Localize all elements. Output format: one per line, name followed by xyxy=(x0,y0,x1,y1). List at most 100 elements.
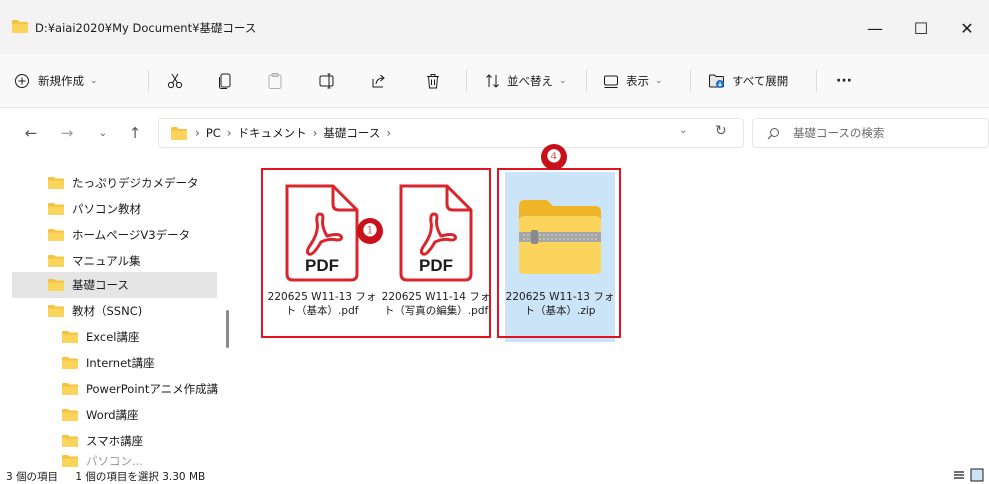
annotation-badge-4: ❹ xyxy=(541,144,567,170)
folder-icon xyxy=(48,305,64,317)
status-bar: 3 個の項目 1 個の項目を選択 3.30 MB xyxy=(0,468,989,484)
details-view-icon[interactable] xyxy=(952,468,966,482)
maximize-button[interactable]: ☐ xyxy=(898,10,944,46)
sidebar-item[interactable]: パソコン教材 xyxy=(48,196,218,222)
cut-button[interactable] xyxy=(166,66,184,96)
view-icon xyxy=(604,75,618,88)
close-button[interactable]: ✕ xyxy=(944,10,989,46)
sort-icon xyxy=(486,74,499,88)
folder-icon xyxy=(62,455,78,467)
folder-icon xyxy=(62,331,78,343)
selection-info: 1 個の項目を選択 3.30 MB xyxy=(75,471,206,483)
sort-button-label: 並べ替え xyxy=(507,74,553,88)
toolbar-divider xyxy=(586,70,587,92)
address-dropdown-icon[interactable]: ⌄ xyxy=(679,125,687,136)
sidebar-item-label: ホームページV3データ xyxy=(72,228,191,242)
extract-all-label: すべて展開 xyxy=(732,74,789,88)
up-arrow-icon[interactable]: ↑ xyxy=(124,122,146,144)
title-bar: D:¥aiai2020¥My Document¥基礎コース — ☐ ✕ xyxy=(0,0,989,54)
folder-icon xyxy=(48,177,64,189)
paste-button[interactable] xyxy=(266,66,284,96)
sidebar-item[interactable]: PowerPointアニメ作成講 xyxy=(62,376,222,402)
toolbar-divider xyxy=(466,70,467,92)
sidebar-item-label: たっぷりデジカメデータ xyxy=(72,176,199,190)
chevron-right-icon: › xyxy=(226,126,232,140)
folder-icon xyxy=(48,255,64,267)
folder-icon xyxy=(62,383,78,395)
annotation-box-zip xyxy=(497,168,621,338)
address-bar[interactable]: › PC › ドキュメント › 基礎コース › ⌄ ↻ xyxy=(158,118,744,148)
search-icon xyxy=(767,128,779,140)
minimize-button[interactable]: — xyxy=(852,10,898,46)
sidebar-item-selected[interactable]: 基礎コース xyxy=(12,272,217,298)
folder-icon xyxy=(48,279,64,291)
sidebar-item-label: Word講座 xyxy=(86,408,139,422)
share-icon xyxy=(372,74,385,88)
sidebar-item[interactable]: パソコン... xyxy=(62,454,222,468)
more-options-button[interactable]: ··· xyxy=(836,66,852,96)
breadcrumb-current[interactable]: 基礎コース xyxy=(323,125,380,141)
forward-arrow-icon[interactable]: → xyxy=(56,122,78,144)
toolbar-divider xyxy=(148,70,149,92)
chevron-right-icon: › xyxy=(195,126,200,140)
sidebar-item-label: マニュアル集 xyxy=(72,254,141,268)
sidebar-item[interactable]: Word講座 xyxy=(62,402,222,428)
sort-button[interactable]: 並べ替え ⌄ xyxy=(484,66,567,96)
sidebar-item-label: PowerPointアニメ作成講 xyxy=(86,382,219,396)
sidebar-scrollbar[interactable] xyxy=(226,310,229,348)
sidebar-item[interactable]: たっぷりデジカメデータ xyxy=(48,170,218,196)
chevron-right-icon: › xyxy=(386,126,392,140)
breadcrumb-documents[interactable]: ドキュメント xyxy=(238,125,307,141)
folder-icon xyxy=(62,409,78,421)
extract-icon xyxy=(709,74,724,88)
new-button-label: 新規作成 xyxy=(38,74,84,88)
recent-chevron-icon[interactable]: ⌄ xyxy=(92,122,114,144)
annotation-box-pdfs xyxy=(261,168,491,338)
refresh-icon[interactable]: ↻ xyxy=(715,123,727,139)
folder-icon xyxy=(62,435,78,447)
chevron-down-icon: ⌄ xyxy=(559,76,567,86)
sidebar-item[interactable]: スマホ講座 xyxy=(62,428,222,454)
rename-button[interactable] xyxy=(318,66,336,96)
breadcrumb: › PC › ドキュメント › 基礎コース › xyxy=(171,125,393,141)
sidebar-item[interactable]: 教材（SSNC) xyxy=(48,298,218,324)
window-title: D:¥aiai2020¥My Document¥基礎コース xyxy=(35,21,257,35)
tiles-view-icon[interactable] xyxy=(970,468,984,482)
sidebar-item-label: パソコン... xyxy=(86,454,143,468)
search-box[interactable]: 基礎コースの検索 xyxy=(752,118,989,148)
toolbar-divider xyxy=(690,70,691,92)
sidebar-item[interactable]: Internet講座 xyxy=(62,350,222,376)
status-text: 3 個の項目 1 個の項目を選択 3.30 MB xyxy=(6,469,219,484)
sidebar-item-label: 基礎コース xyxy=(72,278,129,292)
address-row: ← → ⌄ ↑ › PC › ドキュメント › 基礎コース › ⌄ ↻ 基礎コー… xyxy=(0,108,989,160)
delete-button[interactable] xyxy=(424,66,442,96)
annotation-badge-1: ❶ xyxy=(357,218,383,244)
copy-icon xyxy=(219,73,231,89)
sidebar-item-label: パソコン教材 xyxy=(72,202,141,216)
chevron-down-icon: ⌄ xyxy=(655,76,663,86)
sidebar-item[interactable]: Excel講座 xyxy=(62,324,222,350)
sidebar-item[interactable]: マニュアル集 xyxy=(48,248,218,274)
navigation-pane: たっぷりデジカメデータ パソコン教材 ホームページV3データ マニュアル集 基礎… xyxy=(0,160,235,470)
item-count: 3 個の項目 xyxy=(6,471,59,483)
back-arrow-icon[interactable]: ← xyxy=(20,122,42,144)
folder-icon xyxy=(62,357,78,369)
rename-icon xyxy=(319,73,334,89)
share-button[interactable] xyxy=(370,66,388,96)
breadcrumb-pc[interactable]: PC xyxy=(206,126,221,140)
folder-icon xyxy=(171,126,187,140)
clipboard-icon xyxy=(268,73,282,89)
search-input[interactable]: 基礎コースの検索 xyxy=(793,125,884,141)
sidebar-item[interactable]: ホームページV3データ xyxy=(48,222,218,248)
command-bar: 新規作成 ⌄ 並べ替え ⌄ 表示 ⌄ すべて展開 ··· xyxy=(0,54,989,108)
sidebar-item-label: Internet講座 xyxy=(86,356,155,370)
scissors-icon xyxy=(167,73,183,89)
chevron-right-icon: › xyxy=(312,126,318,140)
view-button[interactable]: 表示 ⌄ xyxy=(602,66,663,96)
extract-all-button[interactable]: すべて展開 xyxy=(708,66,788,96)
copy-button[interactable] xyxy=(216,66,234,96)
new-button[interactable]: 新規作成 ⌄ xyxy=(14,66,98,96)
view-button-label: 表示 xyxy=(626,74,649,88)
plus-circle-icon xyxy=(15,74,29,88)
sidebar-item-label: スマホ講座 xyxy=(86,434,144,448)
